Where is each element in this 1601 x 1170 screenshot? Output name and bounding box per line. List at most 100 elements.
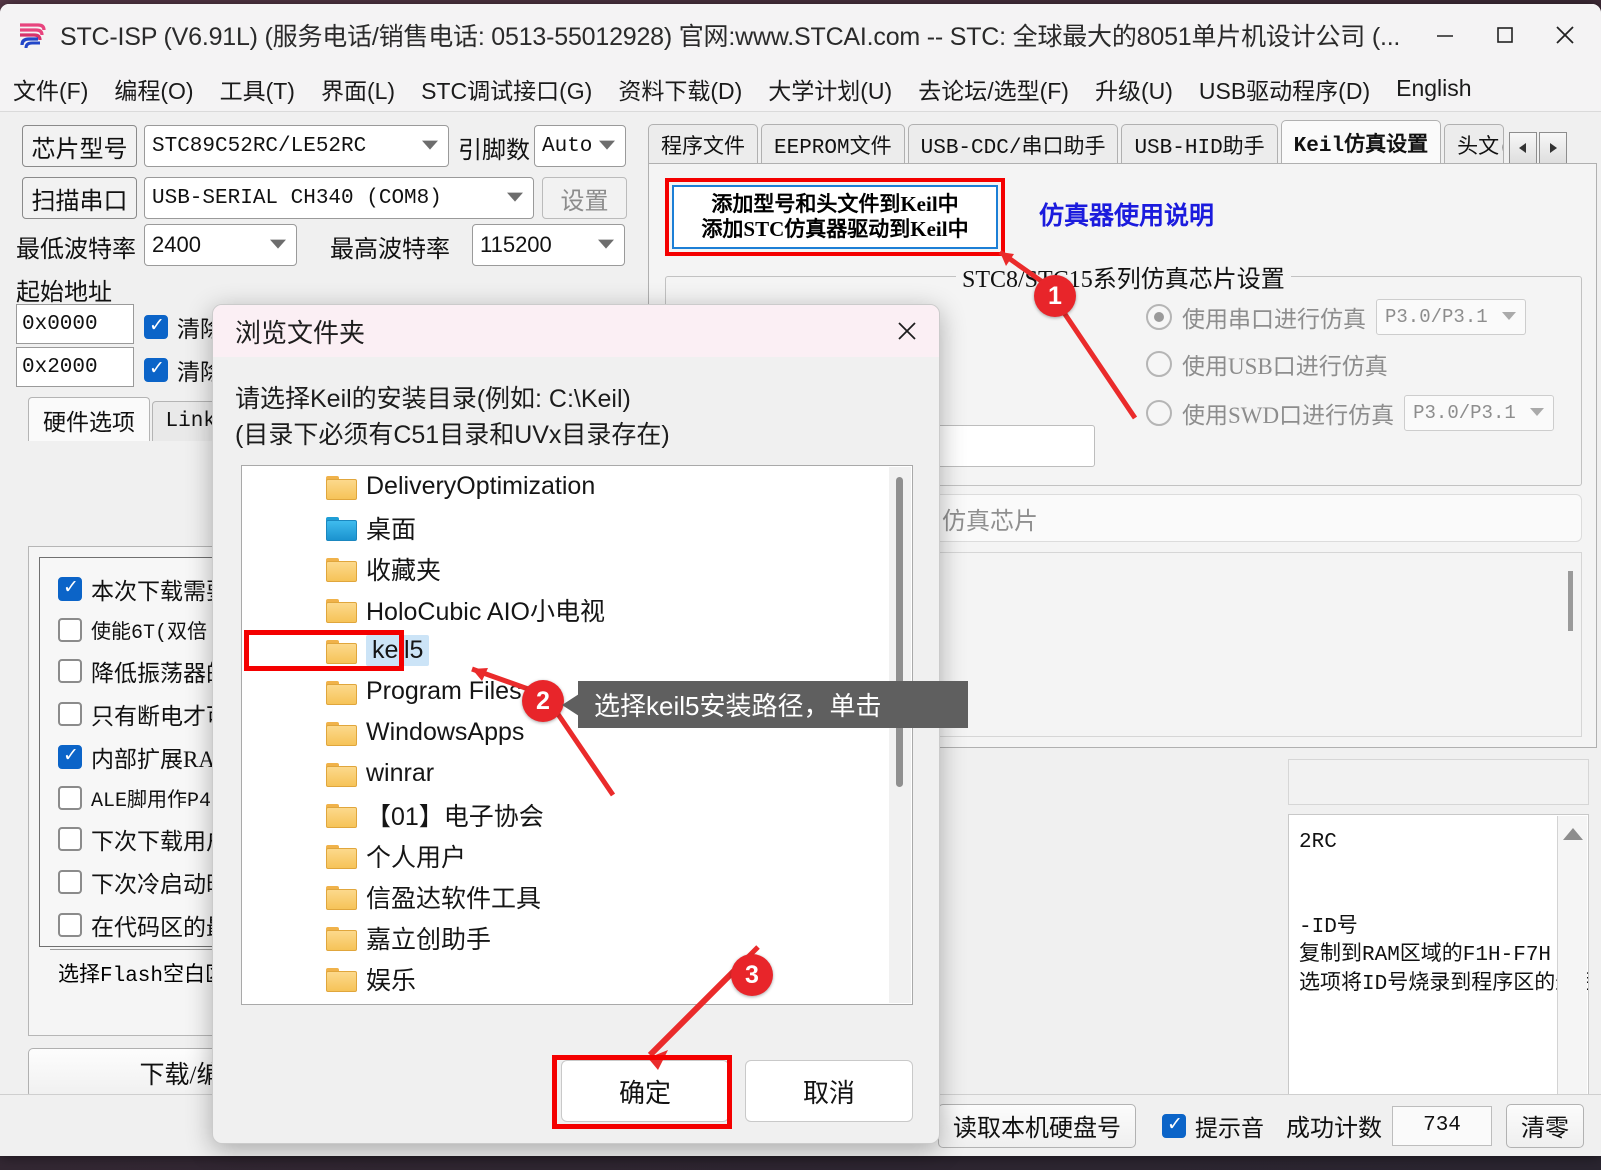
add-model-and-driver-to-keil-button[interactable]: 添加型号和头文件到Keil中 添加STC仿真器驱动到Keil中 xyxy=(672,185,998,249)
option-label-6: 下次下载用户 xyxy=(91,829,229,854)
menu-downloads[interactable]: 资料下载(D) xyxy=(605,66,755,112)
folder-icon xyxy=(326,598,357,623)
tree-item[interactable]: ❯ 嘉立创助手 xyxy=(242,917,912,958)
folder-icon xyxy=(326,680,357,705)
swd-pin-combo[interactable]: P3.0/P3.1 xyxy=(1404,395,1555,431)
close-button[interactable] xyxy=(1535,4,1595,66)
tree-item[interactable]: winrar xyxy=(242,753,912,794)
chip-model-button[interactable]: 芯片型号 xyxy=(22,125,137,167)
option-checkbox-0[interactable] xyxy=(58,576,82,601)
radio-usb-emulation[interactable] xyxy=(1146,351,1172,377)
right-tab-strip: 程序文件 EEPROM文件 USB-CDC/串口助手 USB-HID助手 Kei… xyxy=(648,120,1597,164)
tab-usb-cdc-serial[interactable]: USB-CDC/串口助手 xyxy=(907,124,1119,164)
start-address-input-1[interactable]: 0x0000 xyxy=(16,304,134,344)
reset-counter-button[interactable]: 清零 xyxy=(1506,1103,1584,1148)
tab-scroll-left-button[interactable] xyxy=(1509,132,1538,164)
tab-hardware-options[interactable]: 硬件选项 xyxy=(28,397,150,441)
tree-item[interactable]: ❯ DeliveryOptimization xyxy=(242,466,912,507)
option-checkbox-4[interactable] xyxy=(58,744,82,769)
min-baud-combo[interactable]: 2400 xyxy=(144,224,297,266)
menu-english[interactable]: English xyxy=(1383,66,1484,112)
tree-item[interactable]: ❯ HoloCubic AIO小电视 xyxy=(242,589,912,630)
option-checkbox-7[interactable] xyxy=(58,870,82,894)
tree-item-label: 【01】电子协会 xyxy=(366,802,544,831)
folder-icon xyxy=(326,475,357,500)
folder-tree-scrollbar-thumb[interactable] xyxy=(896,477,903,787)
read-disk-id-button[interactable]: 读取本机硬盘号 xyxy=(938,1103,1136,1148)
scroll-up-icon[interactable] xyxy=(1563,828,1583,840)
pin-count-combo[interactable]: Auto xyxy=(534,125,626,167)
chip-model-value: STC89C52RC/LE52RC xyxy=(152,134,367,158)
tree-item-label: 收藏夹 xyxy=(366,556,442,585)
folder-tree-scrollbar[interactable] xyxy=(889,467,911,1003)
tab-usb-hid[interactable]: USB-HID助手 xyxy=(1121,124,1278,164)
tree-item[interactable]: ❯ 收藏夹 xyxy=(242,548,912,589)
menu-file[interactable]: 文件(F) xyxy=(0,66,101,112)
tree-item[interactable]: ❯ WindowsApps xyxy=(242,712,912,753)
tree-item[interactable]: ❯ 桌面 xyxy=(242,507,912,548)
dialog-cancel-button[interactable]: 取消 xyxy=(745,1060,913,1122)
serial-port-value: USB-SERIAL CH340 (COM8) xyxy=(152,186,442,210)
option-checkbox-8[interactable] xyxy=(58,913,82,937)
success-count-label: 成功计数 xyxy=(1286,1116,1382,1142)
log-scrollbar[interactable] xyxy=(1557,816,1587,1138)
clear-checkbox-2[interactable] xyxy=(144,357,168,382)
port-settings-button[interactable]: 设置 xyxy=(542,177,627,219)
tab-header-file[interactable]: 头文( xyxy=(1444,124,1505,164)
tree-item[interactable]: ❯ 娱乐 xyxy=(242,958,912,999)
maximize-button[interactable] xyxy=(1475,4,1535,66)
minimize-button[interactable] xyxy=(1415,4,1475,66)
menu-stc-debug[interactable]: STC调试接口(G) xyxy=(408,66,605,112)
menu-interface[interactable]: 界面(L) xyxy=(308,66,408,112)
tree-item-label: 嘉立创助手 xyxy=(366,925,492,954)
start-address-input-2[interactable]: 0x2000 xyxy=(16,347,134,387)
serial-port-combo[interactable]: USB-SERIAL CH340 (COM8) xyxy=(144,177,534,219)
dialog-title-bar: 浏览文件夹 xyxy=(213,305,939,357)
cpu-box-scrollbar-thumb[interactable] xyxy=(1568,571,1573,631)
tab-program-file[interactable]: 程序文件 xyxy=(648,124,758,164)
chevron-down-icon xyxy=(1530,408,1545,416)
scan-port-button[interactable]: 扫描串口 xyxy=(22,177,137,219)
clear-checkbox-1[interactable] xyxy=(144,314,168,339)
menu-forum[interactable]: 去论坛/选型(F) xyxy=(905,66,1082,112)
menu-tools[interactable]: 工具(T) xyxy=(207,66,308,112)
tree-item[interactable]: ❯ 信盈达软件工具 xyxy=(242,876,912,917)
option-checkbox-1[interactable] xyxy=(58,618,82,642)
menu-university[interactable]: 大学计划(U) xyxy=(755,66,905,112)
menu-usb-driver[interactable]: USB驱动程序(D) xyxy=(1186,66,1383,112)
folder-tree[interactable]: ❯ DeliveryOptimization ❯ 桌面 ❯ 收藏夹 ❯ Holo… xyxy=(241,465,913,1005)
radio-usb-emulation-label: 使用USB口进行仿真 xyxy=(1182,354,1388,379)
folder-icon xyxy=(326,885,357,910)
option-checkbox-5[interactable] xyxy=(58,786,82,810)
pin-count-label: 引脚数 xyxy=(458,138,530,164)
min-baud-label: 最低波特率 xyxy=(16,237,136,263)
dialog-close-button[interactable] xyxy=(875,305,939,357)
tree-item[interactable]: ❯ 【01】电子协会 xyxy=(242,794,912,835)
option-label-5: ALE脚用作P4. xyxy=(91,790,224,813)
serial-pin-combo[interactable]: P3.0/P3.1 xyxy=(1376,299,1526,335)
tree-item-keil5[interactable]: ❯ keil5 xyxy=(242,630,912,671)
radio-swd-emulation-label: 使用SWD口进行仿真 xyxy=(1182,403,1395,428)
max-baud-combo[interactable]: 115200 xyxy=(472,224,625,266)
radio-serial-emulation[interactable] xyxy=(1146,304,1172,330)
folder-icon xyxy=(326,639,357,664)
folder-icon xyxy=(326,762,357,787)
tab-scroll-right-button[interactable] xyxy=(1539,132,1568,164)
browse-folder-dialog: 浏览文件夹 请选择Keil的安装目录(例如: C:\Keil) (目录下必须有C… xyxy=(212,304,940,1144)
option-checkbox-3[interactable] xyxy=(58,702,82,726)
chip-model-combo[interactable]: STC89C52RC/LE52RC xyxy=(144,125,449,167)
tab-keil-emulation-settings[interactable]: Keil仿真设置 xyxy=(1280,120,1442,164)
tree-item-label: DeliveryOptimization xyxy=(366,472,596,500)
option-checkbox-2[interactable] xyxy=(58,659,82,683)
tree-item[interactable]: ❯ 个人用户 xyxy=(242,835,912,876)
menu-program[interactable]: 编程(O) xyxy=(101,66,206,112)
emulator-instructions-link[interactable]: 仿真器使用说明 xyxy=(1039,196,1214,232)
radio-swd-emulation[interactable] xyxy=(1146,400,1172,426)
tree-item-label: winrar xyxy=(366,759,435,787)
option-checkbox-6[interactable] xyxy=(58,827,82,851)
dialog-ok-button[interactable]: 确定 xyxy=(561,1060,729,1122)
menu-upgrade[interactable]: 升级(U) xyxy=(1082,66,1186,112)
tree-item[interactable]: ❯ Program Files xyxy=(242,671,912,712)
beep-checkbox[interactable] xyxy=(1162,1113,1186,1138)
tab-eeprom-file[interactable]: EEPROM文件 xyxy=(761,124,905,164)
